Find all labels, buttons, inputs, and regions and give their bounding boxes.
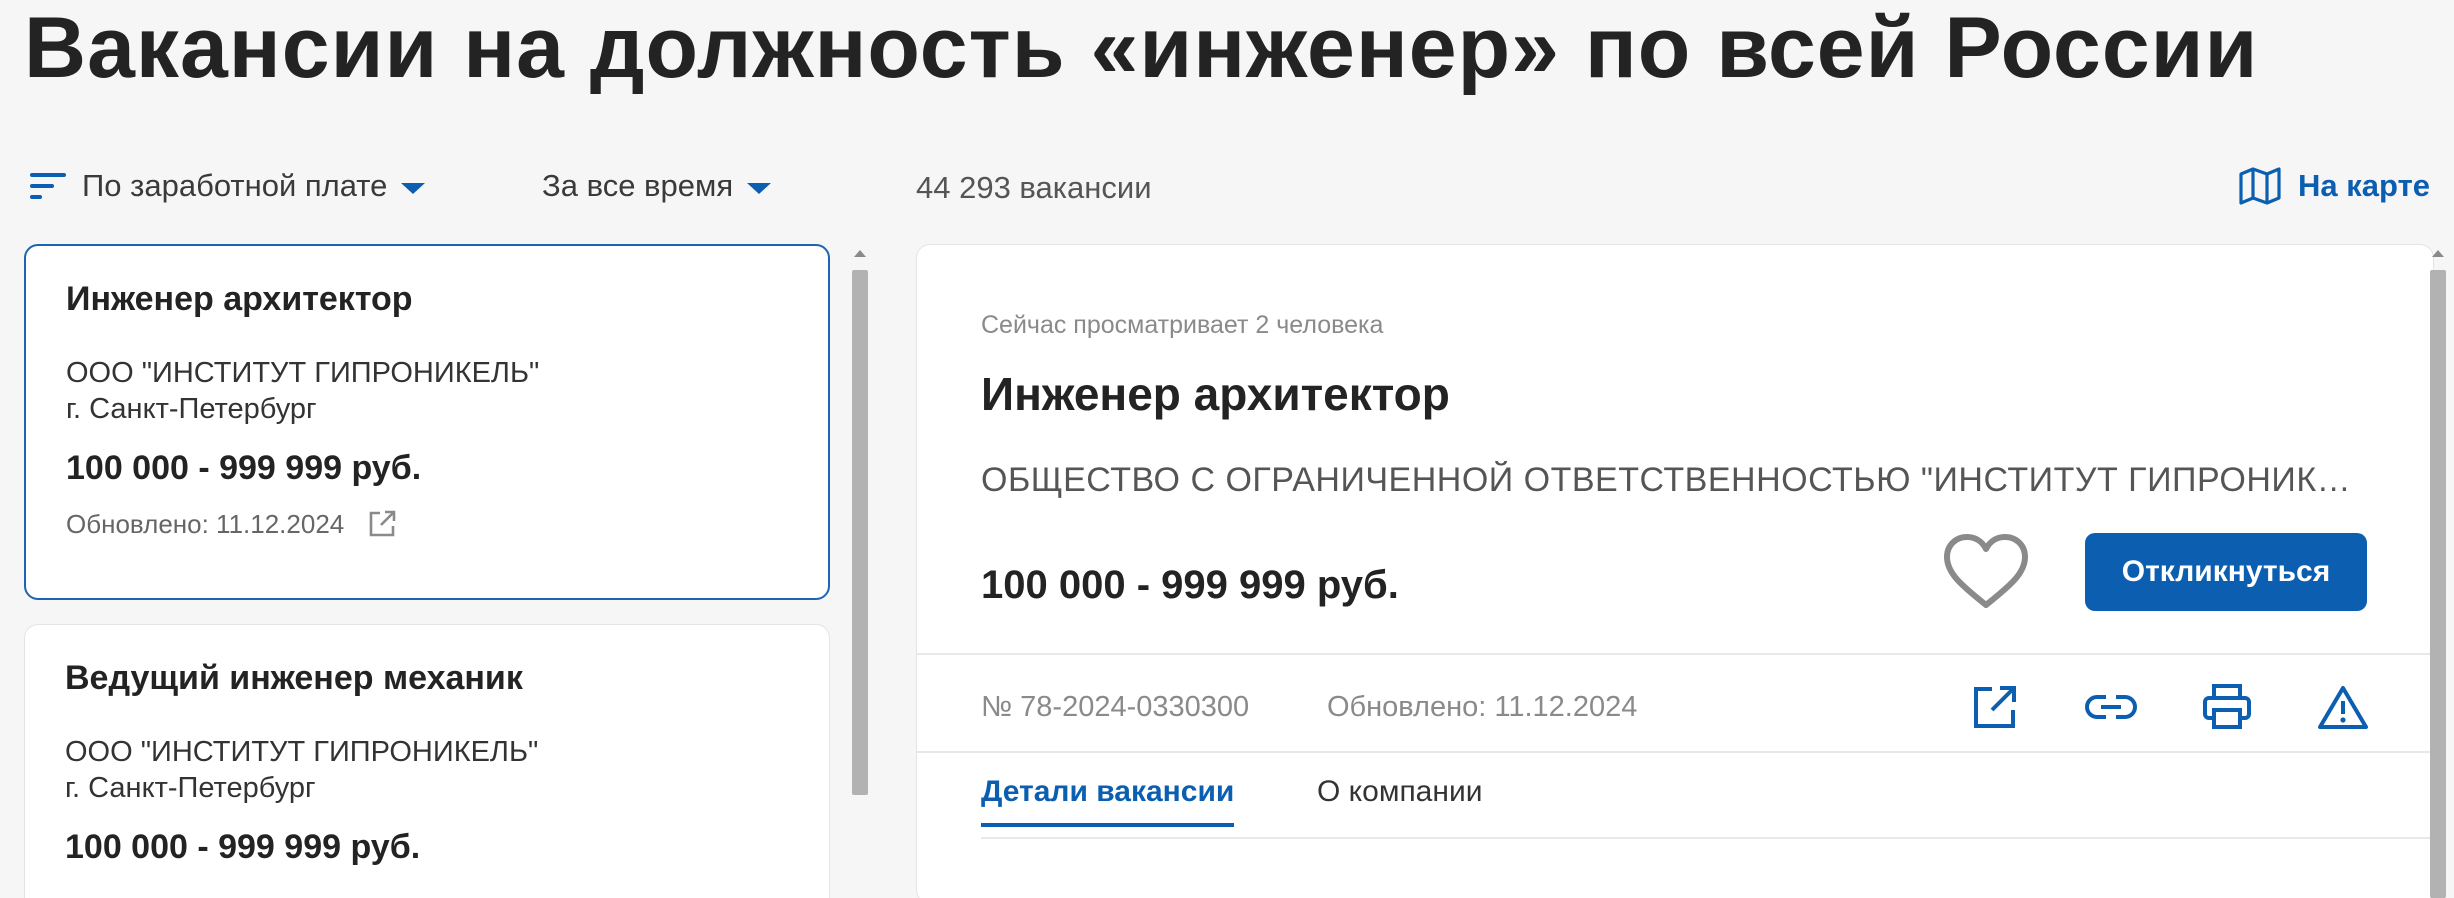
divider (917, 751, 2433, 753)
scroll-thumb[interactable] (2430, 270, 2446, 898)
favorite-button[interactable] (1941, 531, 2031, 611)
vacancy-card[interactable]: Ведущий инженер механик ООО "ИНСТИТУТ ГИ… (24, 624, 830, 898)
card-salary: 100 000 - 999 999 руб. (65, 828, 421, 866)
scroll-thumb[interactable] (852, 270, 868, 795)
list-scrollbar[interactable] (852, 250, 868, 795)
external-link-icon[interactable] (366, 508, 398, 540)
card-salary: 100 000 - 999 999 руб. (66, 449, 422, 487)
tabs-divider (981, 837, 2433, 839)
sort-label: По заработной плате (82, 168, 388, 203)
print-button[interactable] (2195, 675, 2259, 739)
vacancy-number: № 78-2024-0330300 (981, 691, 1250, 723)
card-city: г. Санкт-Петербург (66, 393, 317, 425)
card-city: г. Санкт-Петербург (65, 772, 316, 804)
page-title: Вакансии на должность «инженер» по всей … (24, 0, 2259, 96)
vacancy-card[interactable]: Инженер архитектор ООО "ИНСТИТУТ ГИПРОНИ… (24, 244, 830, 600)
card-title: Инженер архитектор (66, 280, 413, 318)
detail-company[interactable]: ОБЩЕСТВО С ОГРАНИЧЕННОЙ ОТВЕТСТВЕННОСТЬЮ… (981, 461, 2361, 500)
sort-salary-dropdown[interactable]: По заработной плате (28, 164, 426, 208)
period-label: За все время (542, 168, 734, 203)
link-icon (2085, 695, 2137, 719)
scroll-up-icon[interactable] (854, 250, 866, 257)
map-button[interactable]: На карте (2238, 162, 2430, 210)
print-icon (2203, 684, 2251, 729)
copy-link-button[interactable] (2079, 675, 2143, 739)
scroll-up-icon[interactable] (2432, 250, 2444, 257)
warning-icon (2318, 686, 2368, 729)
detail-scrollbar[interactable] (2430, 250, 2446, 898)
detail-updated: Обновлено: 11.12.2024 (1327, 691, 1638, 723)
chevron-down-icon (401, 182, 426, 194)
map-icon (2239, 167, 2281, 205)
heart-icon (1944, 534, 2028, 608)
sort-icon (30, 173, 66, 199)
external-link-icon (1974, 686, 2016, 728)
map-label: На карте (2298, 168, 2430, 203)
vacancy-detail-panel: Сейчас просматривает 2 человека Инженер … (916, 244, 2434, 898)
filters-bar: По заработной плате За все время 44 293 … (0, 150, 2454, 222)
card-updated-row: Обновлено: 11.12.2024 (66, 508, 788, 540)
open-external-button[interactable] (1963, 675, 2027, 739)
detail-title: Инженер архитектор (981, 368, 1450, 420)
divider (917, 653, 2433, 655)
card-title: Ведущий инженер механик (65, 659, 523, 697)
vacancy-count: 44 293 вакансии (916, 170, 1152, 205)
card-updated: Обновлено: 11.12.2024 (66, 508, 345, 539)
card-company: ООО "ИНСТИТУТ ГИПРОНИКЕЛЬ" (65, 736, 539, 768)
tab-vacancy-details[interactable]: Детали вакансии (981, 775, 1235, 827)
period-dropdown[interactable]: За все время (542, 164, 772, 208)
chevron-down-icon (747, 182, 772, 194)
tab-about-company[interactable]: О компании (1317, 775, 1482, 823)
detail-salary: 100 000 - 999 999 руб. (981, 563, 1399, 607)
viewers-text: Сейчас просматривает 2 человека (981, 311, 1384, 339)
card-company: ООО "ИНСТИТУТ ГИПРОНИКЕЛЬ" (66, 357, 540, 389)
report-button[interactable] (2311, 675, 2375, 739)
vacancy-list: Инженер архитектор ООО "ИНСТИТУТ ГИПРОНИ… (24, 244, 830, 898)
respond-button[interactable]: Откликнуться (2085, 533, 2367, 611)
